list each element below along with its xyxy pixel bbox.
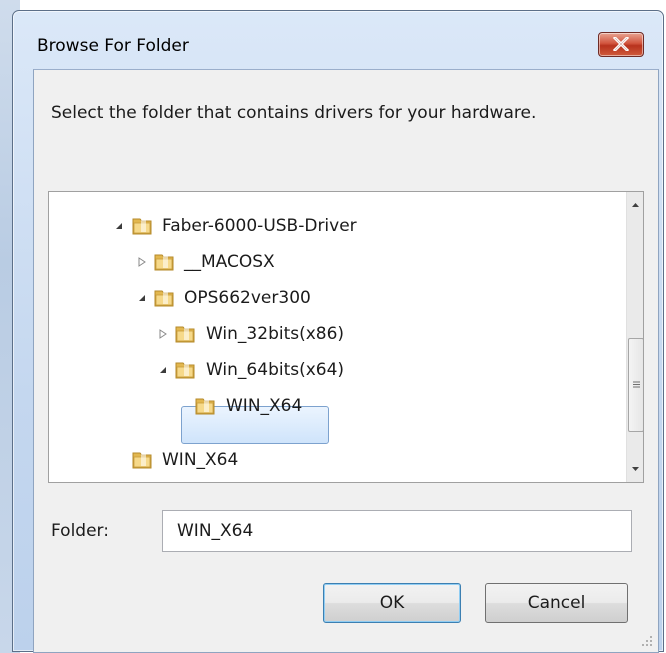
close-button[interactable]: [598, 32, 644, 57]
close-icon: [613, 37, 629, 51]
tree-item-win64[interactable]: Win_64bits(x64): [49, 352, 609, 388]
vertical-scrollbar[interactable]: [626, 192, 644, 482]
tree-item-label: WIN_X64: [226, 396, 303, 416]
tree-item-label: WIN_X64: [162, 450, 239, 470]
instruction-text: Select the folder that contains drivers …: [51, 103, 537, 123]
tree-item-win32[interactable]: Win_32bits(x86): [49, 316, 609, 352]
folder-icon: [194, 395, 216, 417]
tree-item-label: Win_64bits(x64): [206, 360, 345, 380]
ok-button[interactable]: OK: [323, 583, 461, 623]
tree-item-label: Win_32bits(x86): [206, 324, 345, 344]
window-title: Browse For Folder: [37, 36, 189, 56]
dialog-client-area: Select the folder that contains drivers …: [33, 69, 659, 653]
tree-item-win-x64-selected[interactable]: WIN_X64: [49, 388, 609, 424]
folder-icon: [153, 287, 175, 309]
folder-field-label: Folder:: [51, 521, 109, 541]
expanded-arrow-icon[interactable]: [158, 365, 168, 375]
resize-grip-icon[interactable]: [638, 632, 654, 648]
cancel-button[interactable]: Cancel: [485, 583, 628, 623]
tree-item-ops662ver300[interactable]: OPS662ver300: [49, 280, 609, 316]
folder-icon: [174, 359, 196, 381]
folder-icon: [131, 449, 153, 471]
tree-item-faber[interactable]: Faber-6000-USB-Driver: [49, 208, 609, 244]
tree-item-win-x64[interactable]: WIN_X64: [49, 442, 609, 478]
tree-item-label: __MACOSX: [184, 252, 275, 272]
scroll-up-icon[interactable]: [627, 197, 644, 214]
folder-input[interactable]: [162, 510, 632, 552]
folder-icon: [174, 323, 196, 345]
collapsed-arrow-icon[interactable]: [158, 329, 168, 339]
scroll-down-icon[interactable]: [627, 460, 644, 477]
tree-item-label: Faber-6000-USB-Driver: [162, 216, 357, 236]
folder-tree[interactable]: Faber-6000-USB-Driver __MACOSX OPS662ver…: [48, 191, 644, 483]
expanded-arrow-icon[interactable]: [137, 293, 147, 303]
browse-folder-dialog: Browse For Folder Select the folder that…: [12, 10, 664, 653]
tree-item-macosx[interactable]: __MACOSX: [49, 244, 609, 280]
folder-icon: [131, 215, 153, 237]
collapsed-arrow-icon[interactable]: [137, 257, 147, 267]
expanded-arrow-icon[interactable]: [114, 221, 124, 231]
tree-item-label: OPS662ver300: [184, 288, 311, 308]
scrollbar-thumb[interactable]: [628, 338, 643, 432]
folder-icon: [153, 251, 175, 273]
thumb-grip-icon: [633, 381, 640, 388]
